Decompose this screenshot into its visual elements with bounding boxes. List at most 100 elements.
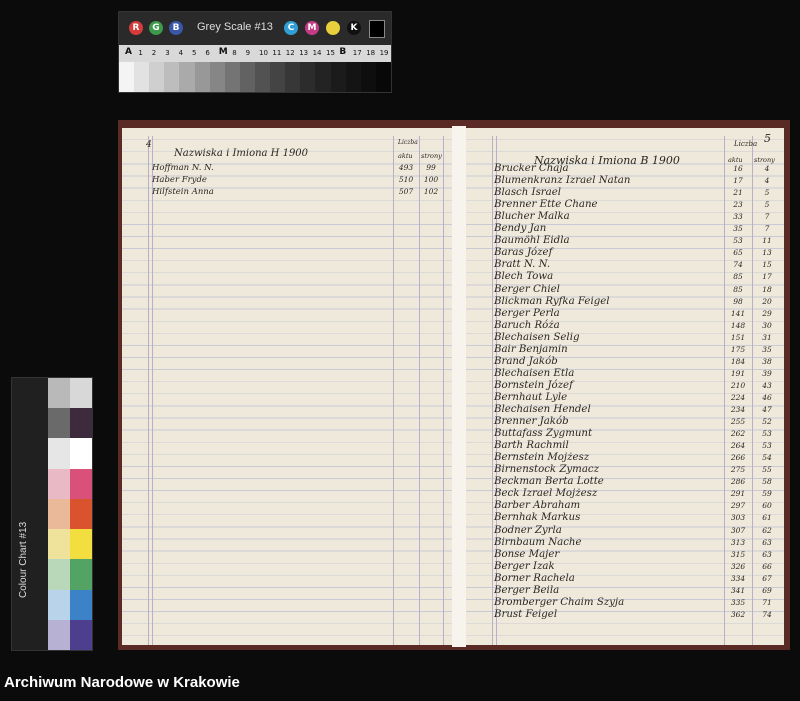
ledger-act-number: 264 [730,441,746,451]
ruler-mark: 5 [192,49,197,57]
ledger-act-number: 16 [733,164,743,173]
ledger-act-number: 85 [733,272,743,282]
ledger-act-number: 210 [730,380,746,390]
colour-chart-card: Colour Chart #13 [11,377,93,651]
ledger-act-number: 85 [733,284,743,294]
ledger-name: Buttafass Zygmunt [494,428,593,440]
ledger-act-number: 291 [730,489,746,499]
ledger-act-number: 307 [730,525,746,535]
ledger-act-number: 141 [730,308,746,318]
ledger-page-number: 35 [762,344,772,354]
ruler-mark: 1 [138,49,143,57]
ledger-page-number: 59 [762,489,772,499]
colour-swatch [48,619,70,650]
ledger-name: Blumenkranz Izrael Natan [494,175,631,187]
ledger-act-number: 275 [730,465,746,475]
ledger-page-number: 63 [762,549,772,559]
colour-swatch [70,498,92,530]
ledger-page-number: 43 [762,380,772,390]
ledger-name: Birnenstock Zymacz [494,464,599,476]
ledger-act-number: 303 [730,513,746,523]
colour-swatch [70,559,92,590]
grey-step [300,62,316,92]
ledger-page-number: 58 [762,477,772,487]
ledger-name: Baruch Róża [494,319,560,331]
ruler-mark: 10 [259,49,268,57]
ledger-page-number: 54 [762,453,772,463]
colour-swatch [48,408,70,439]
ledger-act-number: 315 [730,549,746,559]
grey-scale-card: R G B Grey Scale #13 C M K A 1 2 3 4 5 6 M 8 9 10 1… [118,11,392,93]
ledger-act-number: 224 [730,392,746,402]
grey-scale-steps [119,62,391,92]
ledger-act-number: 266 [730,453,746,463]
ledger-page-number: 38 [762,356,772,366]
ledger-page-number: 61 [762,513,772,523]
ledger-act-number: 297 [730,501,746,511]
ledger-page-number: 7 [764,212,770,222]
ledger-name: Bodner Zyrla [494,524,562,536]
ledger-page-number: 66 [762,561,772,571]
ledger-page-number: 31 [762,332,772,342]
ledger-page-number: 46 [762,392,772,402]
ledger-page-number: 100 [423,175,439,185]
grey-step [375,62,391,92]
ledger-name: Hoffman N. N. [152,163,214,173]
colour-swatch [70,529,92,560]
k-dot: K [347,21,361,35]
ledger-book: 4 Nazwiska i Imiona H 1900 Liczba aktu s… [118,120,790,650]
grey-step [149,62,165,92]
ledger-act-number: 507 [398,187,414,197]
logo-icon [369,20,385,38]
ruler-mark: 8 [232,49,237,57]
ledger-name: Beckman Berta Lotte [494,476,604,488]
ruler-mark: A [125,47,132,57]
ruler-mark: M [218,47,228,57]
ledger-page-number: 39 [762,368,772,378]
colour-chart-swatches [48,378,92,650]
ledger-act-number: 234 [730,405,746,414]
colour-swatch [48,529,70,560]
ruler-mark: 11 [272,49,282,57]
ledger-act-number: 33 [733,212,743,222]
left-col2-header: strony [421,152,442,160]
ledger-act-number: 493 [398,163,414,172]
colour-swatch [48,438,70,469]
book-gutter [452,126,466,647]
m-dot: M [305,21,319,35]
ledger-page-number: 5 [764,200,770,210]
left-top-header: Liczba [398,139,418,146]
ruler-mark: 18 [366,49,376,57]
ledger-name: Brust Feigel [494,608,558,620]
ledger-act-number: 286 [730,477,746,487]
colour-swatch [48,559,70,590]
ledger-page-number: 53 [762,441,772,451]
ledger-page-number: 20 [762,296,772,306]
ledger-page-number: 102 [423,187,439,197]
grey-step [270,62,286,92]
ledger-page-number: 71 [762,597,772,607]
ledger-name: Blech Towa [494,271,554,283]
ruler-mark: 2 [151,49,157,57]
grey-step [254,62,271,92]
ledger-page-number: 11 [762,236,772,246]
ledger-name: Bonse Majer [494,548,560,560]
ledger-act-number: 184 [730,356,746,366]
ledger-page-number: 53 [762,429,772,439]
ruler-mark: 19 [379,49,389,57]
grey-step [194,62,210,92]
ledger-name: Berger Perla [494,307,560,319]
ledger-name: Berger Chiel [494,283,560,295]
colour-swatch [70,378,92,409]
ledger-act-number: 53 [733,236,743,246]
ledger-name: Bair Benjamin [494,343,568,355]
ledger-page-number: 30 [762,320,772,330]
colour-swatch [70,589,92,620]
ruler-mark: B [339,47,347,57]
ledger-name: Blechaisen Hendel [494,404,591,415]
colour-swatch [70,438,92,469]
g-dot: G [149,21,163,35]
ledger-act-number: 175 [730,344,746,354]
ledger-act-number: 17 [733,176,743,186]
colour-swatch [48,468,70,499]
